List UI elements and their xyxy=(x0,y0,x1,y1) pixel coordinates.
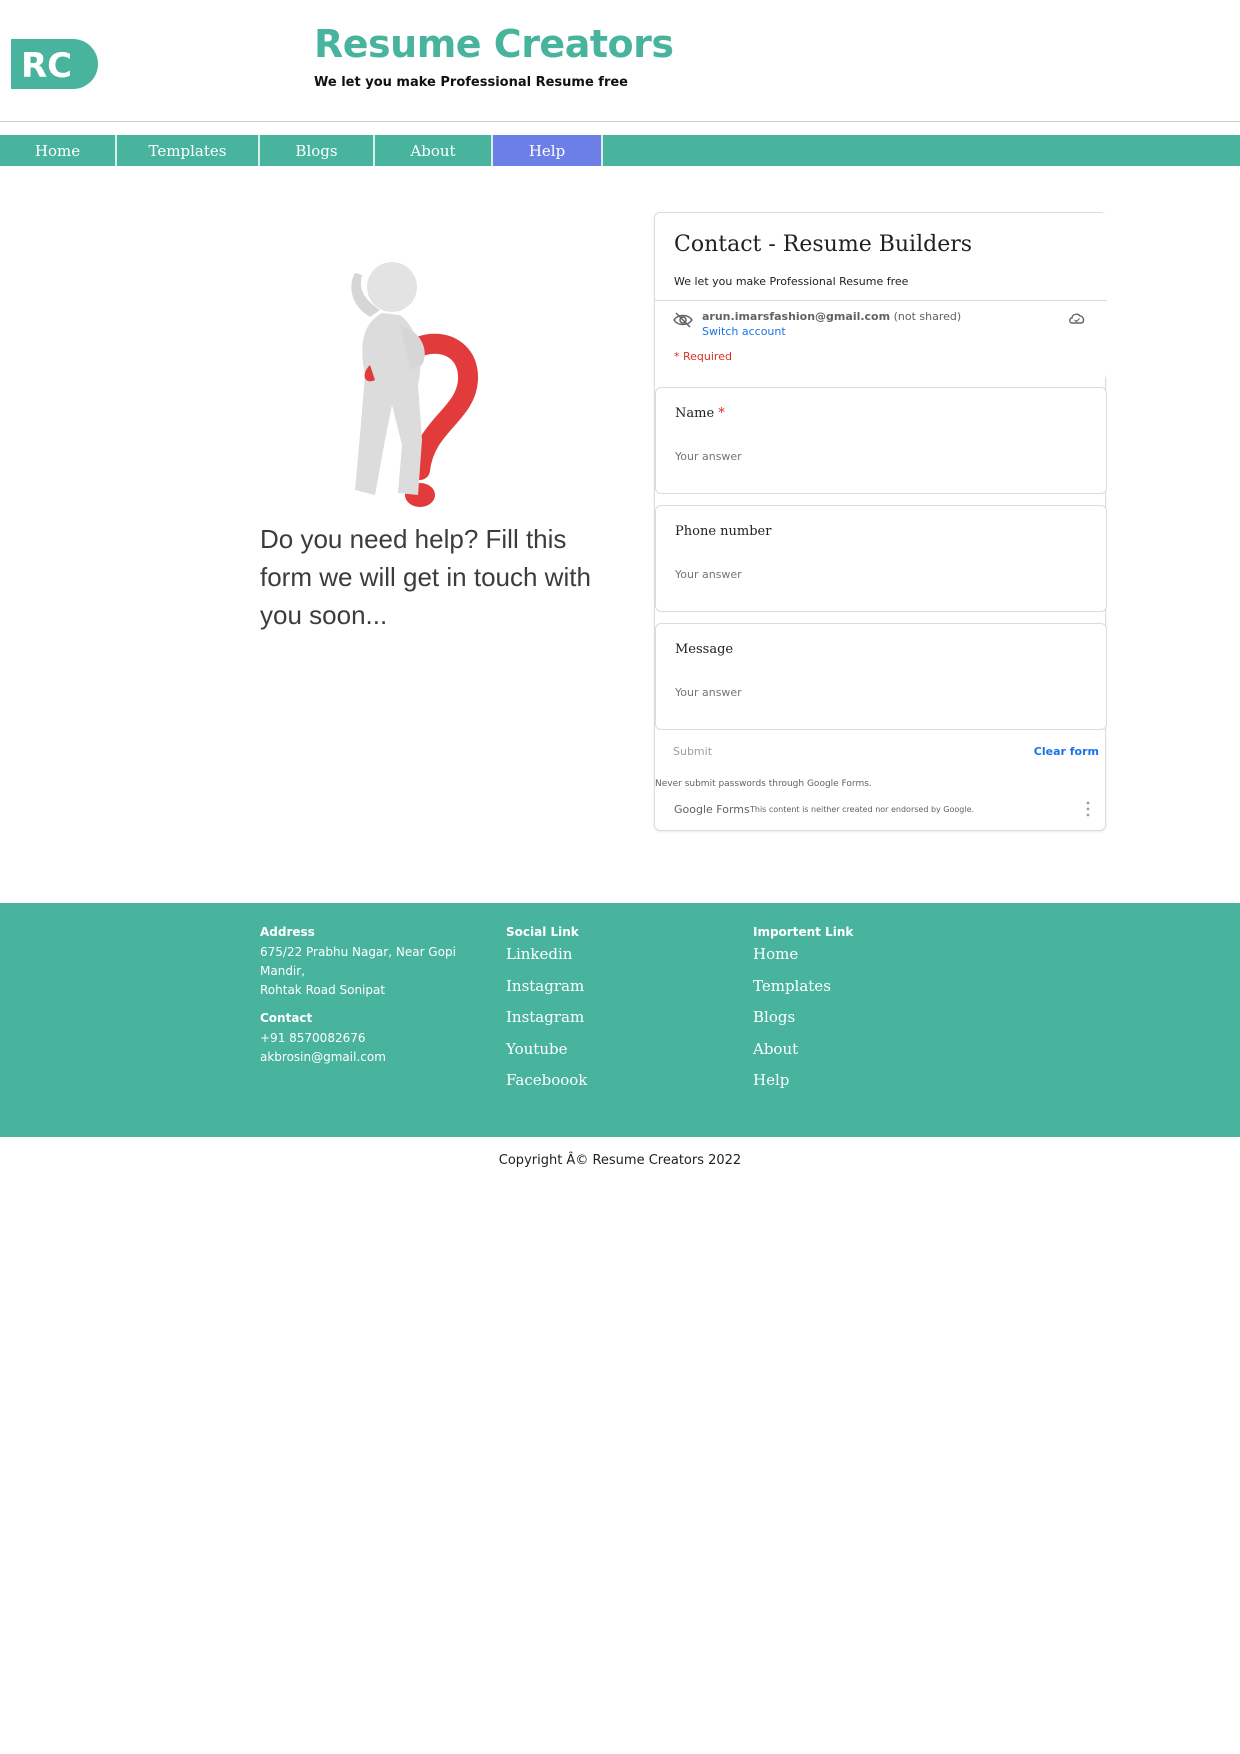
nav-item-help[interactable]: Help xyxy=(493,135,603,166)
name-input[interactable] xyxy=(675,450,885,463)
main-nav: Home Templates Blogs About Help xyxy=(0,135,1240,166)
nav-item-about[interactable]: About xyxy=(375,135,493,166)
address-line: Rohtak Road Sonipat xyxy=(260,983,386,997)
question-label: Message xyxy=(675,642,734,657)
footer-link-templates[interactable]: Templates xyxy=(753,975,953,1007)
required-note: * Required xyxy=(674,350,732,363)
more-options-icon[interactable] xyxy=(1085,801,1091,817)
account-email: arun.imarsfashion@gmail.com (not shared) xyxy=(702,310,961,323)
important-heading: Importent Link xyxy=(753,925,854,939)
footer-link-blogs[interactable]: Blogs xyxy=(753,1006,953,1038)
submit-button[interactable]: Submit xyxy=(673,745,712,758)
footer-link-help[interactable]: Help xyxy=(753,1069,953,1101)
contact-heading: Contact xyxy=(260,1011,313,1025)
footer-link-about[interactable]: About xyxy=(753,1038,953,1070)
password-warning-note: Never submit passwords through Google Fo… xyxy=(655,779,872,789)
social-link-youtube[interactable]: Youtube xyxy=(506,1038,706,1070)
social-heading: Social Link xyxy=(506,925,579,939)
copyright-text: Copyright Â© Resume Creators 2022 xyxy=(498,1153,742,1168)
site-header: RC Resume Creators We let you make Profe… xyxy=(0,0,1240,122)
question-mark-figure-image xyxy=(351,262,478,507)
help-prompt-text: Do you need help? Fill this form we will… xyxy=(260,524,591,630)
brand-tagline: We let you make Professional Resume free xyxy=(314,75,628,90)
nav-item-templates[interactable]: Templates xyxy=(117,135,260,166)
address-line: 675/22 Prabhu Nagar, Near Gopi Mandir, xyxy=(260,945,456,978)
question-card-name: Name * xyxy=(655,387,1107,494)
contact-email: akbrosin@gmail.com xyxy=(260,1050,386,1064)
form-description: We let you make Professional Resume free xyxy=(674,275,909,288)
message-input[interactable] xyxy=(675,686,885,699)
question-label-text: Name xyxy=(675,406,715,421)
eye-off-icon xyxy=(673,312,693,328)
nav-item-home[interactable]: Home xyxy=(0,135,117,166)
question-label: Name * xyxy=(675,406,725,421)
footer-address-column: Address 675/22 Prabhu Nagar, Near Gopi M… xyxy=(260,925,490,1067)
brand-title: Resume Creators xyxy=(314,22,674,66)
form-divider xyxy=(655,300,1107,301)
cloud-saved-icon xyxy=(1069,313,1085,324)
not-shared-label: (not shared) xyxy=(893,310,962,323)
phone-number-input[interactable] xyxy=(675,568,885,581)
question-card-message: Message xyxy=(655,623,1107,730)
endorsement-disclaimer: This content is neither created nor endo… xyxy=(750,805,975,814)
footer-link-home[interactable]: Home xyxy=(753,943,953,975)
site-footer: Address 675/22 Prabhu Nagar, Near Gopi M… xyxy=(0,903,1240,1137)
nav-item-blogs[interactable]: Blogs xyxy=(260,135,375,166)
footer-important-column: Importent Link Home Templates Blogs Abou… xyxy=(753,925,953,1101)
required-asterisk: * xyxy=(718,406,725,421)
resume-creators-logo[interactable]: RC xyxy=(11,39,99,89)
google-forms-logo[interactable]: Google Forms xyxy=(674,803,750,816)
logo-lettering: RC xyxy=(21,46,72,86)
social-link-instagram[interactable]: Instagram xyxy=(506,1006,706,1038)
footer-social-column: Social Link Linkedin Instagram Instagram… xyxy=(506,925,706,1101)
question-label: Phone number xyxy=(675,524,772,539)
social-link-facebook[interactable]: Faceboook xyxy=(506,1069,706,1101)
form-header-card: Contact - Resume Builders We let you mak… xyxy=(655,213,1107,379)
account-email-address: arun.imarsfashion@gmail.com xyxy=(702,310,891,323)
contact-form-embed: Contact - Resume Builders We let you mak… xyxy=(654,212,1107,831)
clear-form-button[interactable]: Clear form xyxy=(1034,745,1099,758)
address-heading: Address xyxy=(260,925,315,939)
social-link-instagram[interactable]: Instagram xyxy=(506,975,706,1007)
question-card-phone: Phone number xyxy=(655,505,1107,612)
form-title: Contact - Resume Builders xyxy=(674,232,973,257)
contact-phone: +91 8570082676 xyxy=(260,1031,366,1045)
social-link-linkedin[interactable]: Linkedin xyxy=(506,943,706,975)
switch-account-link[interactable]: Switch account xyxy=(702,325,786,338)
